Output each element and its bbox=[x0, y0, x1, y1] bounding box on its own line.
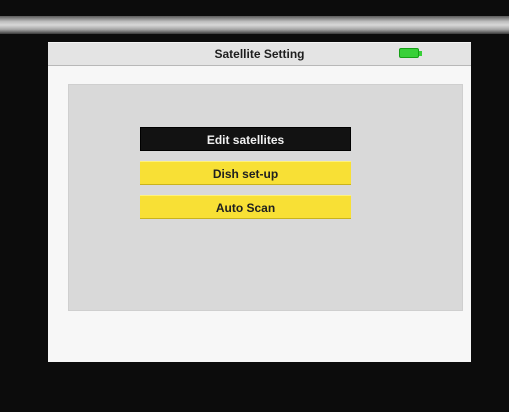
battery-icon bbox=[399, 48, 422, 58]
menu-item-auto-scan[interactable]: Auto Scan bbox=[140, 195, 351, 219]
title-bar: Satellite Setting bbox=[48, 42, 471, 66]
main-panel: Edit satellites Dish set-up Auto Scan bbox=[48, 66, 471, 362]
menu-item-dish-setup[interactable]: Dish set-up bbox=[140, 161, 351, 185]
menu-item-edit-satellites[interactable]: Edit satellites bbox=[140, 127, 351, 151]
menu-panel: Edit satellites Dish set-up Auto Scan bbox=[68, 84, 463, 311]
top-bezel-strip bbox=[0, 16, 509, 34]
